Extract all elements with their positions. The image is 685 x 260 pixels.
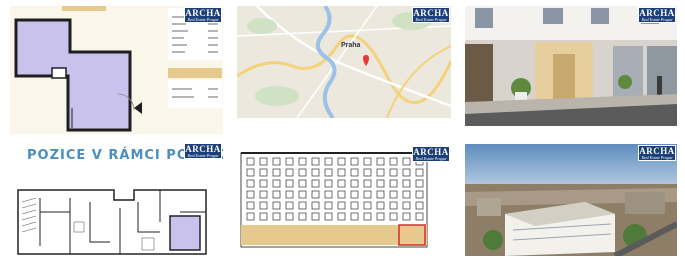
brand-tagline: Real Estate Prague: [187, 153, 219, 158]
map-city-label: Praha: [341, 42, 361, 49]
gallery-tile-street-view[interactable]: ARCHA Real Estate Prague: [465, 6, 677, 126]
photo-gallery: ARCHA Real Estate Prague Praha ARCHA Rea…: [0, 0, 685, 260]
archa-logo-badge: ARCHA Real Estate Prague: [184, 143, 222, 159]
archa-logo-badge: ARCHA Real Estate Prague: [412, 146, 450, 162]
gallery-tile-elevation[interactable]: ARCHA Real Estate Prague: [237, 145, 451, 248]
brand-tagline: Real Estate Prague: [187, 17, 219, 22]
archa-logo-badge: ARCHA Real Estate Prague: [184, 7, 222, 23]
brand-tagline: Real Estate Prague: [415, 17, 447, 22]
brand-tagline: Real Estate Prague: [641, 17, 673, 22]
brand-tagline: Real Estate Prague: [641, 155, 673, 160]
gallery-tile-floor-plan[interactable]: ARCHA Real Estate Prague: [10, 6, 223, 134]
archa-logo-badge: ARCHA Real Estate Prague: [638, 145, 676, 161]
street-facade-image: [465, 6, 677, 126]
archa-logo-badge: ARCHA Real Estate Prague: [412, 7, 450, 23]
brand-tagline: Real Estate Prague: [415, 156, 447, 161]
gallery-tile-aerial-render[interactable]: ARCHA Real Estate Prague: [465, 144, 677, 256]
archa-logo-badge: ARCHA Real Estate Prague: [638, 7, 676, 23]
gallery-tile-map[interactable]: Praha ARCHA Real Estate Prague: [237, 6, 451, 118]
floor-plan-image: [14, 6, 222, 132]
gallery-tile-floor-position[interactable]: POZICE V RÁMCI PODLAŽÍ ARCHA Real Estate…: [10, 142, 223, 256]
